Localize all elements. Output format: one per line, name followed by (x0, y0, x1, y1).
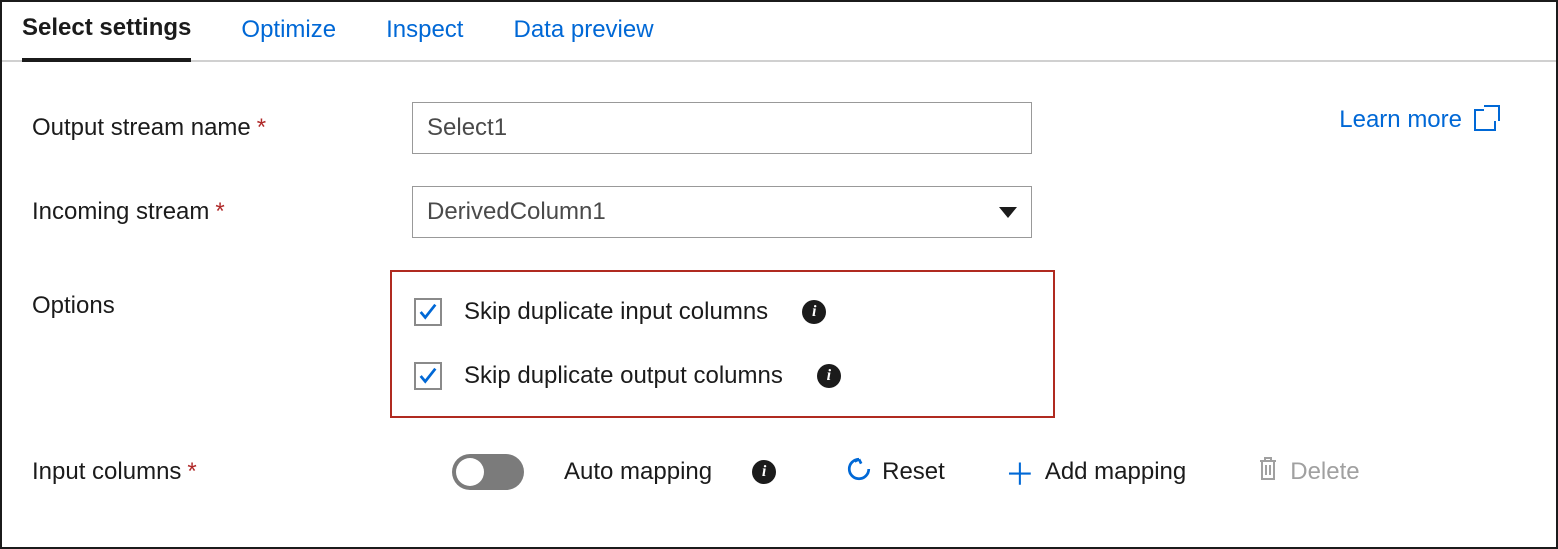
auto-mapping-toggle[interactable] (452, 454, 524, 490)
incoming-stream-value: DerivedColumn1 (427, 198, 606, 226)
plus-icon: ＋ (1005, 450, 1035, 494)
skip-dup-output-label: Skip duplicate output columns (464, 362, 783, 390)
incoming-stream-select[interactable]: DerivedColumn1 (412, 186, 1032, 238)
options-label: Options (32, 270, 412, 320)
output-stream-input[interactable] (412, 102, 1032, 154)
delete-button[interactable]: Delete (1256, 455, 1359, 490)
incoming-stream-label: Incoming stream* (32, 198, 412, 226)
tab-bar: Select settings Optimize Inspect Data pr… (2, 2, 1556, 62)
option-skip-dup-input: Skip duplicate input columns i (414, 290, 1031, 334)
tab-select-settings[interactable]: Select settings (22, 14, 191, 62)
row-output-stream: Output stream name* (32, 102, 1526, 154)
output-stream-label: Output stream name* (32, 114, 412, 142)
reset-button[interactable]: Reset (846, 456, 945, 489)
info-icon[interactable]: i (817, 364, 841, 388)
skip-dup-output-checkbox[interactable] (414, 362, 442, 390)
info-icon[interactable]: i (752, 460, 776, 484)
skip-dup-input-label: Skip duplicate input columns (464, 298, 768, 326)
learn-more-link[interactable]: Learn more (1339, 106, 1496, 134)
form-body: Learn more Output stream name* Incoming … (2, 62, 1556, 547)
checkmark-icon (417, 301, 439, 323)
learn-more-label: Learn more (1339, 106, 1462, 134)
chevron-down-icon (999, 207, 1017, 218)
reset-icon (846, 456, 872, 489)
info-icon[interactable]: i (802, 300, 826, 324)
tab-optimize[interactable]: Optimize (241, 16, 336, 60)
checkmark-icon (417, 365, 439, 387)
toggle-knob (456, 458, 484, 486)
required-asterisk: * (215, 198, 224, 225)
add-mapping-button[interactable]: ＋ Add mapping (1005, 450, 1186, 494)
row-input-columns: Input columns* Auto mapping i Reset ＋ Ad… (32, 450, 1526, 494)
auto-mapping-label: Auto mapping (564, 458, 712, 486)
tab-data-preview[interactable]: Data preview (513, 16, 653, 60)
settings-panel: Select settings Optimize Inspect Data pr… (0, 0, 1558, 549)
options-highlight-box: Skip duplicate input columns i Skip dupl… (390, 270, 1055, 418)
option-skip-dup-output: Skip duplicate output columns i (414, 354, 1031, 398)
row-options: Options Skip duplicate input columns i (32, 270, 1526, 418)
required-asterisk: * (257, 114, 266, 141)
row-incoming-stream: Incoming stream* DerivedColumn1 (32, 186, 1526, 238)
trash-icon (1256, 455, 1280, 490)
skip-dup-input-checkbox[interactable] (414, 298, 442, 326)
required-asterisk: * (187, 458, 196, 485)
input-columns-label: Input columns* (32, 458, 412, 486)
external-link-icon (1474, 109, 1496, 131)
tab-inspect[interactable]: Inspect (386, 16, 463, 60)
